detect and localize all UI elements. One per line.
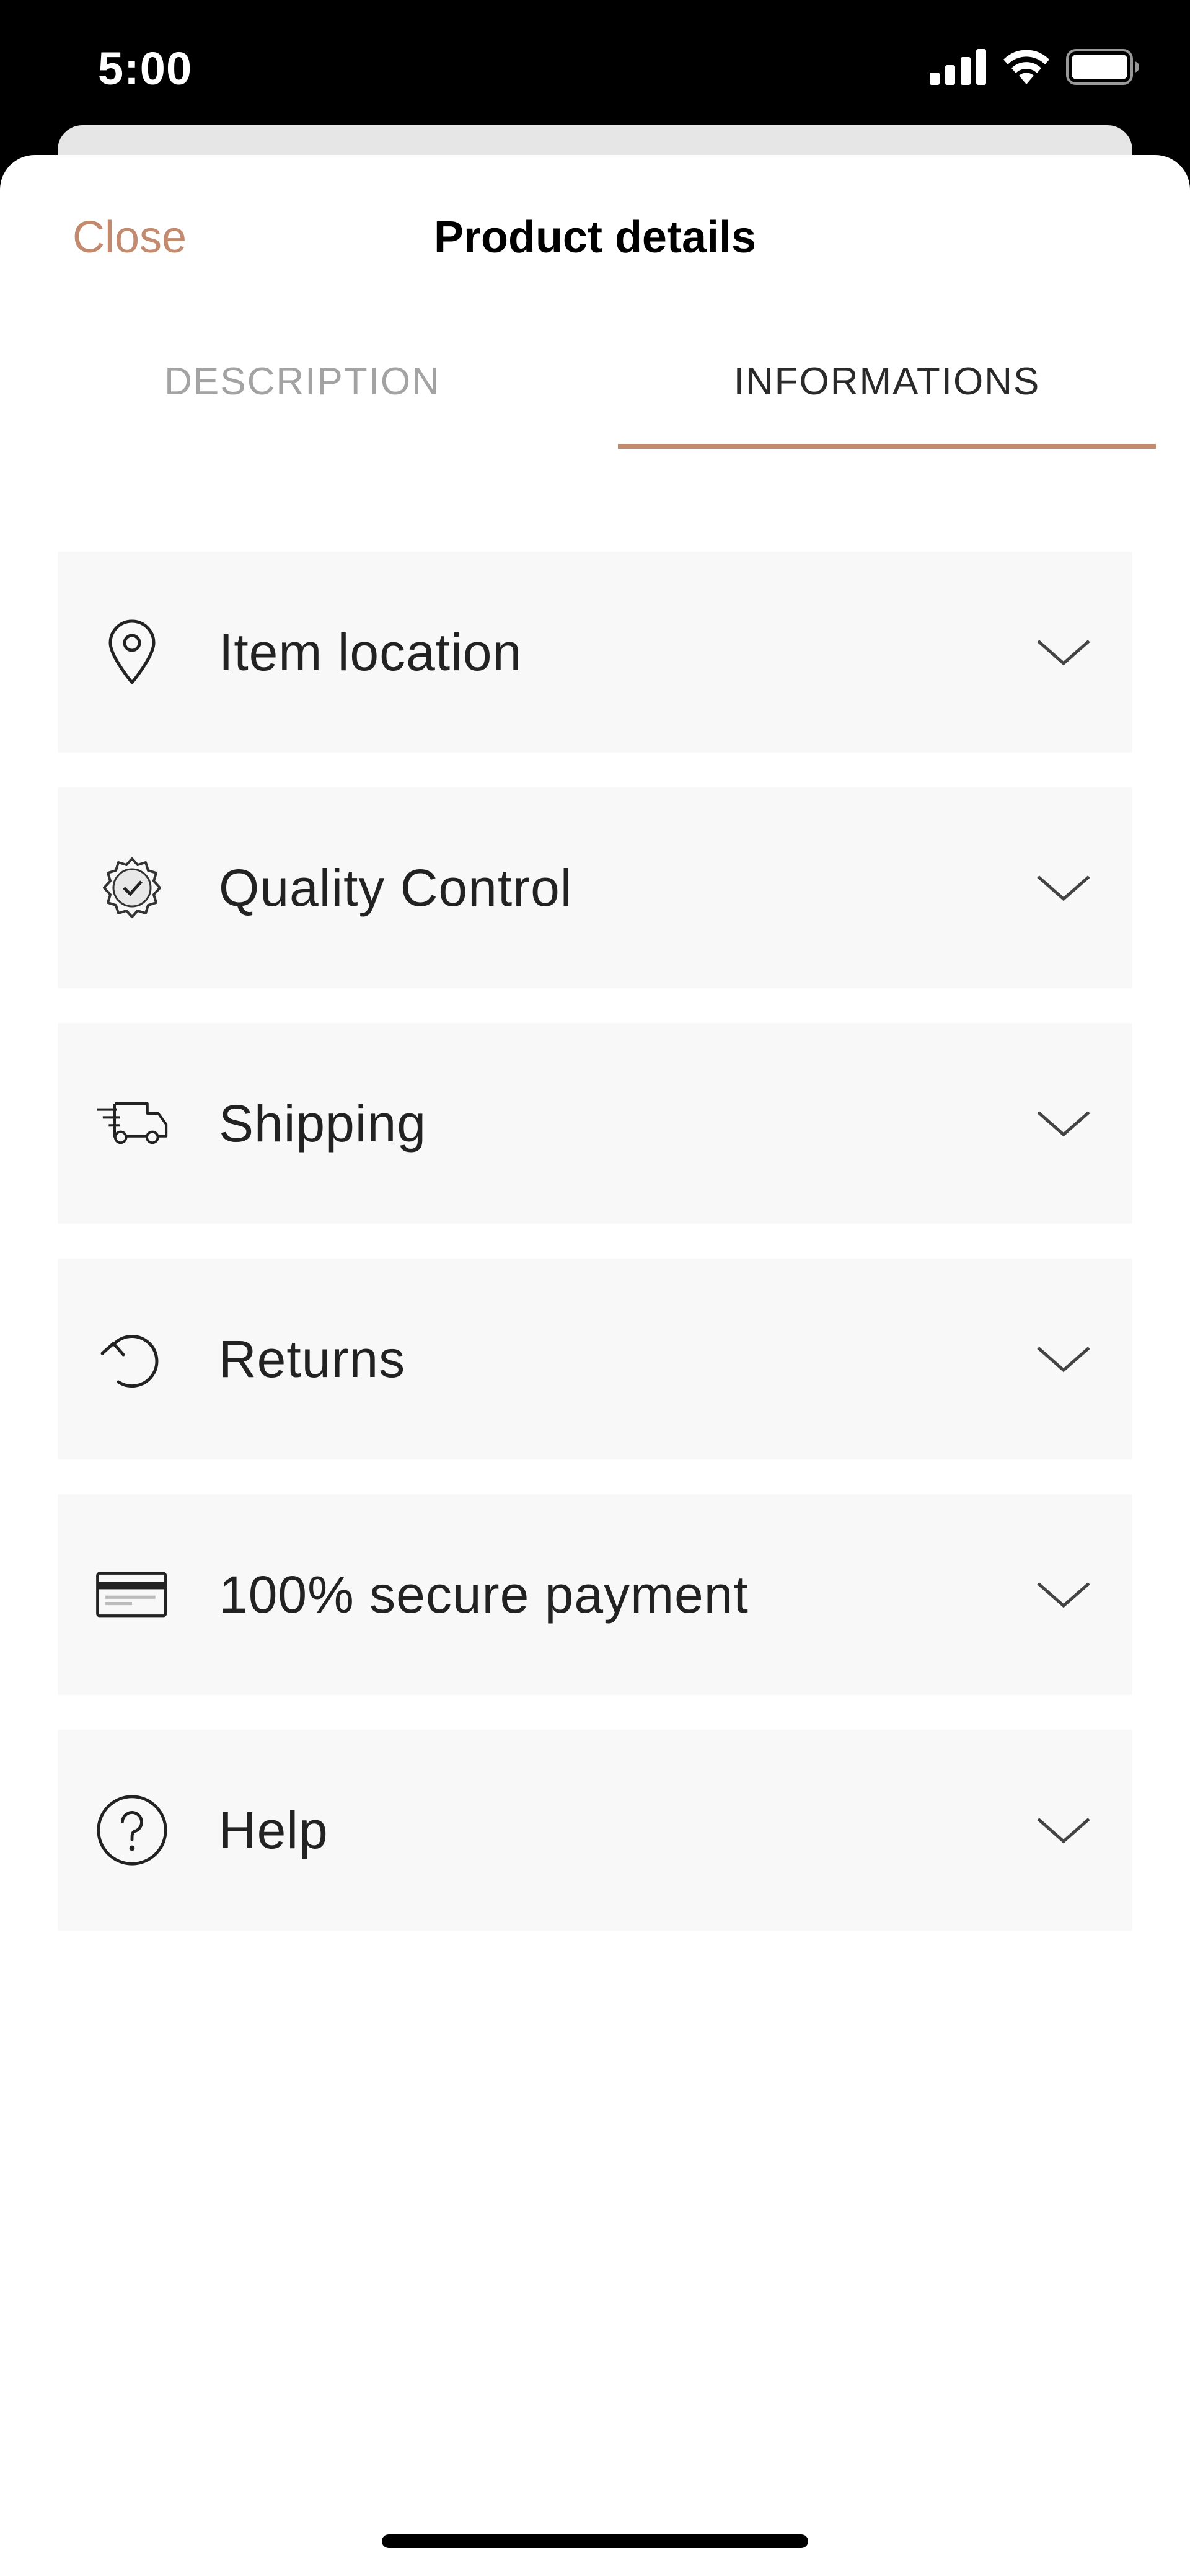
accordion-label: Quality Control bbox=[219, 859, 573, 917]
accordion-help[interactable]: Help bbox=[58, 1730, 1132, 1931]
return-arrow-icon bbox=[95, 1322, 169, 1396]
accordion-item-location[interactable]: Item location bbox=[58, 552, 1132, 753]
wifi-icon bbox=[1003, 50, 1049, 84]
home-indicator[interactable] bbox=[382, 2534, 808, 2548]
cellular-signal-icon bbox=[930, 49, 986, 85]
tab-informations[interactable]: INFORMATIONS bbox=[618, 341, 1156, 453]
help-question-icon bbox=[95, 1793, 169, 1867]
accordion-label: Shipping bbox=[219, 1094, 426, 1153]
location-pin-icon bbox=[95, 615, 169, 689]
chevron-down-icon bbox=[1037, 1347, 1090, 1373]
active-tab-indicator bbox=[618, 444, 1156, 449]
accordion-label: Help bbox=[219, 1801, 328, 1859]
accordion-label: Returns bbox=[219, 1330, 406, 1388]
information-list: Item location Quality Control Shipping R… bbox=[58, 552, 1132, 1965]
accordion-quality-control[interactable]: Quality Control bbox=[58, 787, 1132, 988]
accordion-label: 100% secure payment bbox=[219, 1565, 749, 1624]
certified-badge-icon bbox=[95, 851, 169, 925]
chevron-down-icon bbox=[1037, 1582, 1090, 1608]
credit-card-icon bbox=[95, 1557, 169, 1632]
chevron-down-icon bbox=[1037, 640, 1090, 666]
battery-icon bbox=[1066, 49, 1139, 85]
status-icons bbox=[930, 48, 1140, 86]
tab-description[interactable]: DESCRIPTION bbox=[0, 341, 605, 453]
chevron-down-icon bbox=[1037, 1111, 1090, 1137]
accordion-secure-payment[interactable]: 100% secure payment bbox=[58, 1494, 1132, 1695]
accordion-label: Item location bbox=[219, 623, 522, 681]
delivery-truck-icon bbox=[95, 1086, 169, 1161]
product-details-sheet: Close Product details DESCRIPTION INFORM… bbox=[0, 155, 1190, 2576]
status-bar: 5:00 bbox=[0, 0, 1190, 124]
chevron-down-icon bbox=[1037, 1818, 1090, 1844]
screen: 5:00 Close Product details DESCRIPTION I… bbox=[0, 0, 1190, 2576]
tab-bar: DESCRIPTION INFORMATIONS bbox=[0, 341, 1190, 453]
close-button[interactable]: Close bbox=[73, 212, 187, 263]
accordion-returns[interactable]: Returns bbox=[58, 1259, 1132, 1459]
chevron-down-icon bbox=[1037, 875, 1090, 901]
accordion-shipping[interactable]: Shipping bbox=[58, 1023, 1132, 1224]
status-time: 5:00 bbox=[98, 43, 193, 94]
